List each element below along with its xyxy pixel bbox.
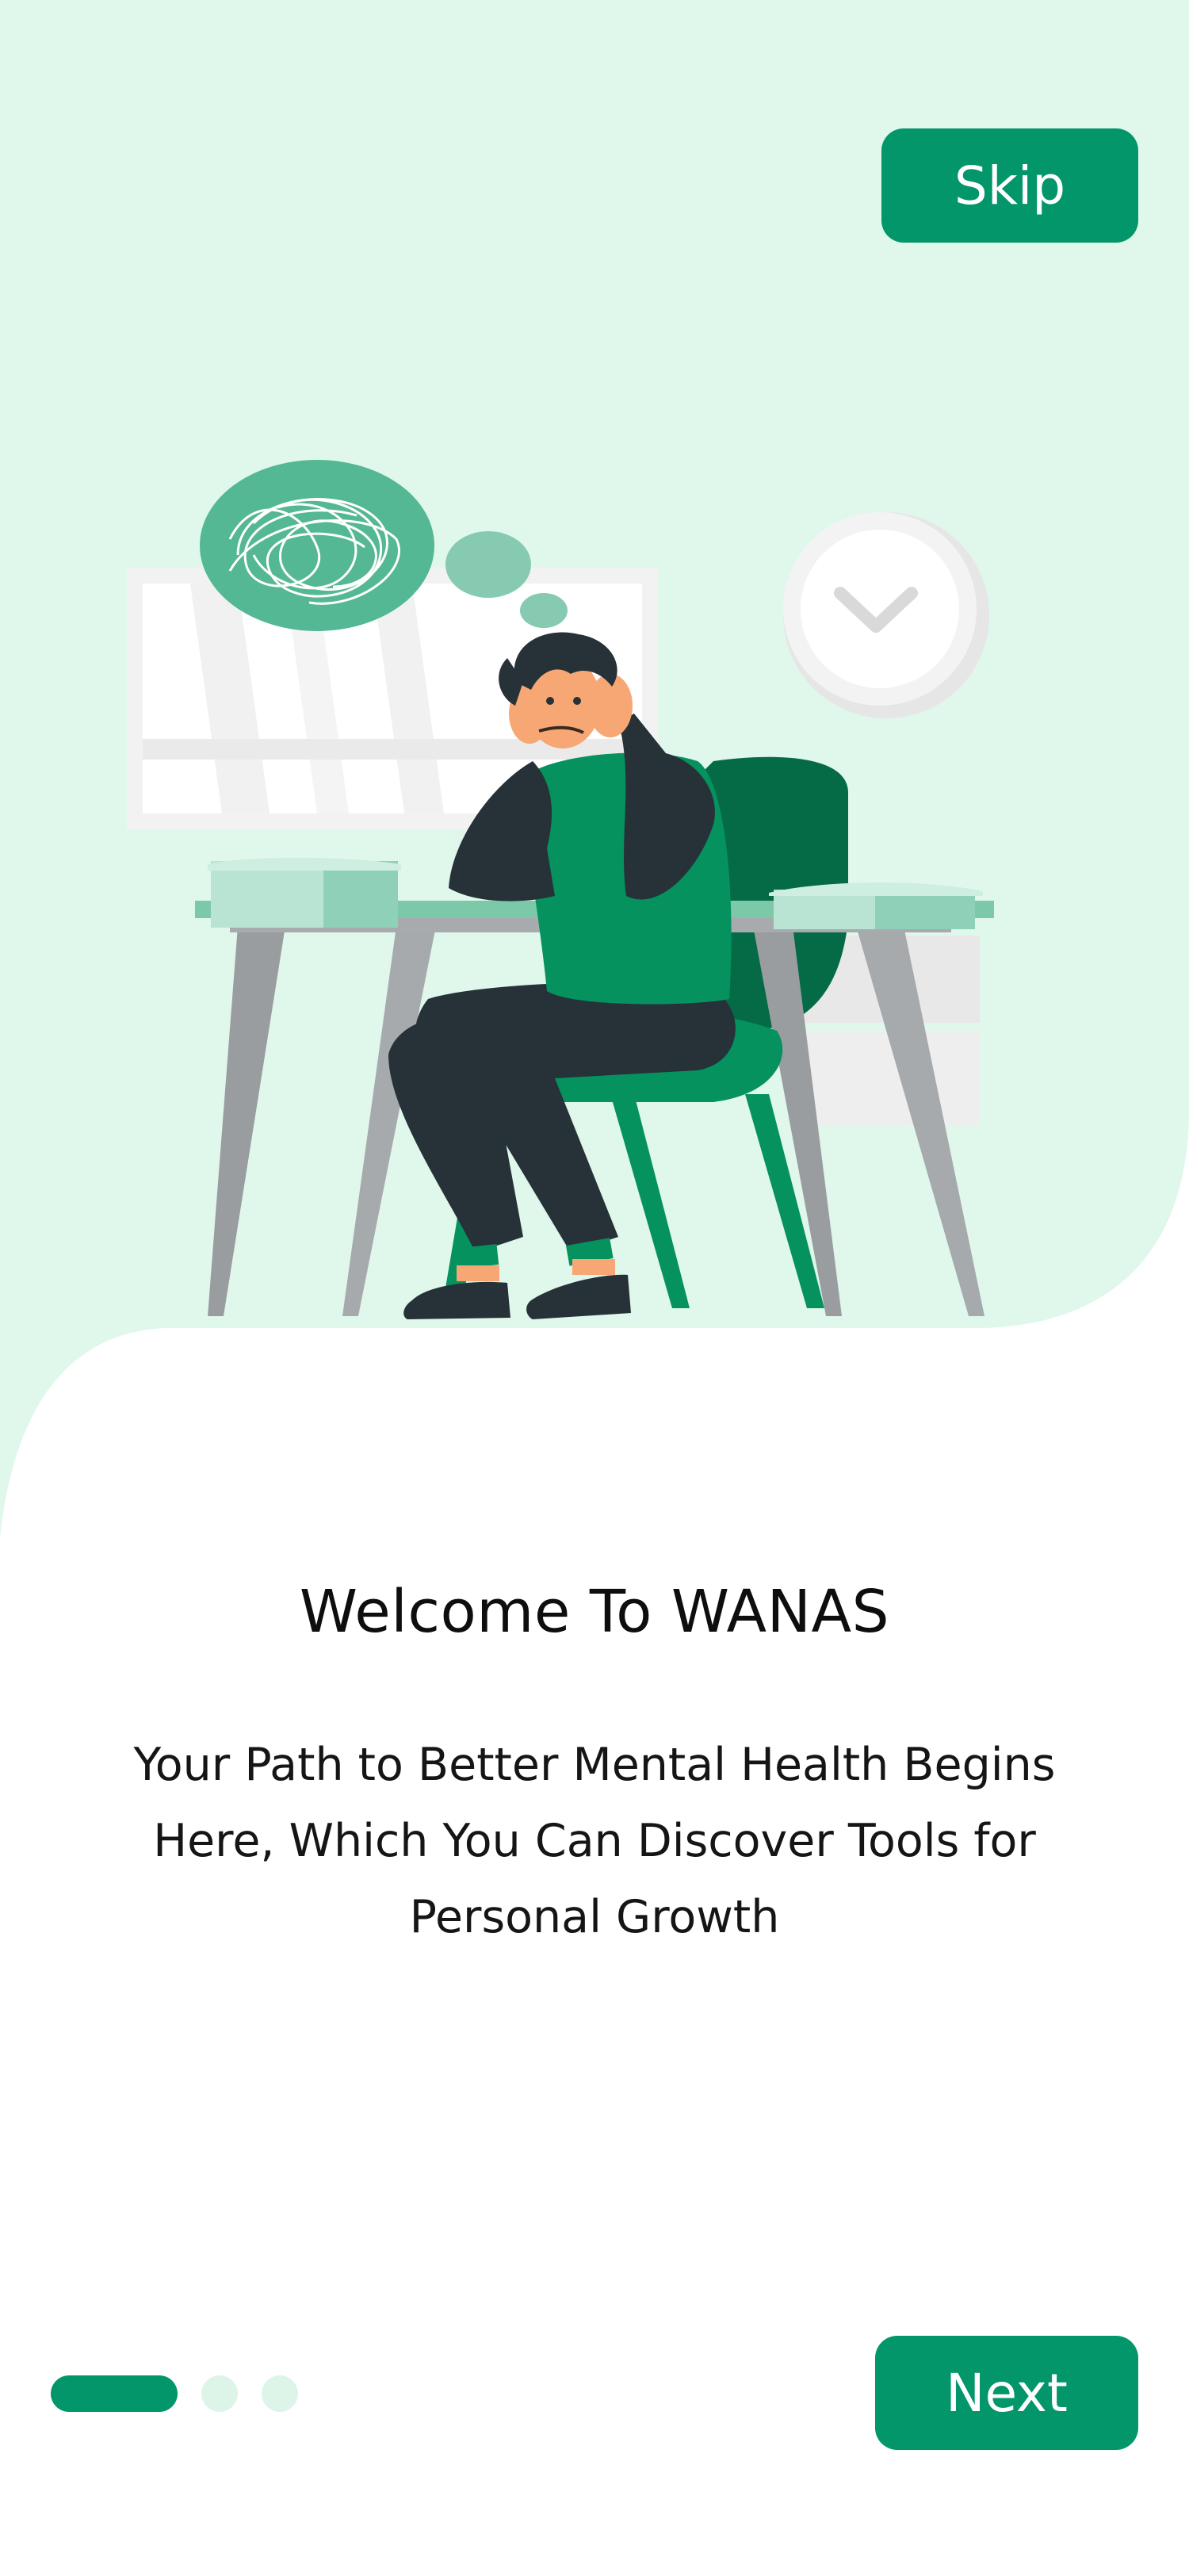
page-indicator — [51, 2375, 322, 2412]
next-button[interactable]: Next — [875, 2336, 1138, 2450]
page-dot-active — [51, 2375, 178, 2412]
page-dot — [262, 2375, 298, 2412]
onboarding-screen: Skip Welcome To WANAS Your Path to Bette… — [0, 0, 1189, 2576]
onboarding-description: Your Path to Better Mental Health Begins… — [133, 1739, 1056, 1943]
page-dot — [201, 2375, 238, 2412]
onboarding-title: Welcome To WANAS — [299, 1578, 890, 1646]
skip-button[interactable]: Skip — [881, 128, 1138, 243]
